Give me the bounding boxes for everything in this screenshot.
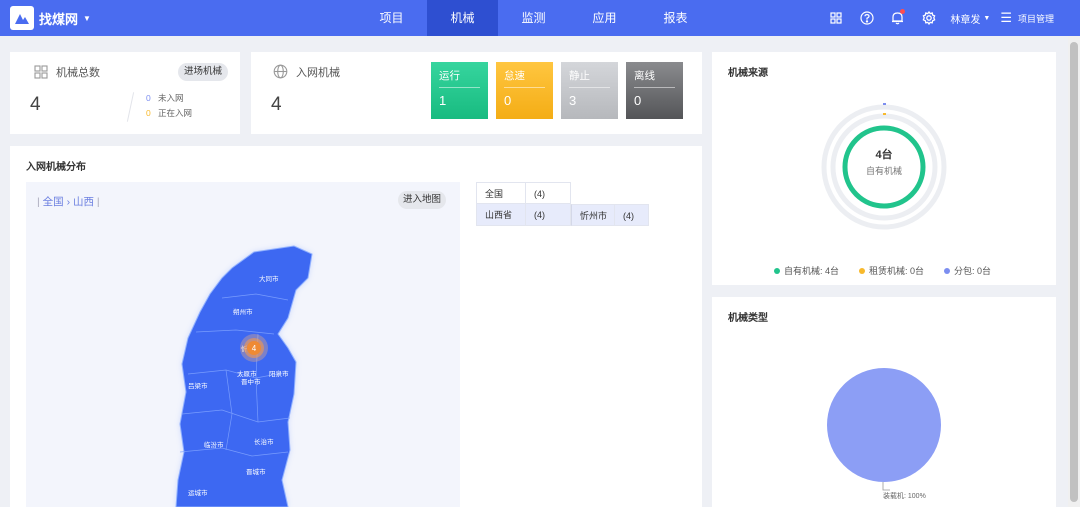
map-label-linfen: 临汾市: [204, 440, 224, 449]
card-title: 机械总数: [56, 67, 100, 79]
source-ring-chart[interactable]: 4台 自有机械: [712, 52, 1056, 285]
network-machinery-card: 入网机械 4 运行 1 怠速 0 静止 3 离线 0: [251, 52, 702, 134]
bell-icon[interactable]: [882, 0, 913, 36]
incoming-machinery-button[interactable]: 进场机械: [178, 63, 228, 81]
pie-slice-loader: [827, 368, 941, 482]
divider: [126, 92, 135, 122]
menu-icon: ☰: [1000, 10, 1012, 25]
scrollbar[interactable]: [1068, 36, 1080, 507]
table-row[interactable]: 山西省 (4) 忻州市 (4): [476, 204, 649, 226]
map-label-jincheng: 晋城市: [246, 467, 266, 476]
distribution-card: 入网机械分布 | 全国 › 山西 | 进入地图 大同市 朔州市 太原市 阳泉市 …: [10, 146, 702, 507]
nav-item-monitor[interactable]: 监测: [498, 0, 569, 36]
card-title: 入网机械: [296, 67, 340, 79]
nav-item-reports[interactable]: 报表: [640, 0, 711, 36]
map-label-changzhi: 长治市: [254, 437, 274, 446]
status-tile-offline[interactable]: 离线 0: [626, 62, 683, 119]
app-logo[interactable]: 找煤网 ▼: [10, 6, 170, 30]
logo-icon: [10, 6, 34, 30]
scrollbar-thumb[interactable]: [1070, 42, 1078, 502]
map-label-jinzhong: 晋中市: [241, 377, 261, 386]
map-label-shuozhou: 朔州市: [233, 307, 253, 316]
help-icon[interactable]: [851, 0, 882, 36]
status-tile-running[interactable]: 运行 1: [431, 62, 488, 119]
machinery-total-card: 机械总数 进场机械 4 0 未入网 0 正在入网: [10, 52, 240, 134]
gear-icon[interactable]: [913, 0, 944, 36]
card-title: 入网机械分布: [26, 162, 86, 173]
map-label-yuncheng: 运城市: [188, 488, 208, 497]
project-manage-button[interactable]: ☰ 项目管理: [1000, 10, 1080, 26]
globe-icon: [273, 64, 288, 82]
shanxi-map[interactable]: 大同市 朔州市 忻州市 太原市 阳泉市 晋中市 吕梁市 临汾市 长治市 晋城市 …: [26, 182, 460, 507]
legend-rent[interactable]: 租赁机械: 0台: [859, 264, 924, 277]
status-tile-stopped[interactable]: 静止 3: [561, 62, 618, 119]
user-name: 林章发: [950, 14, 981, 26]
machinery-type-card: 机械类型 装载机: 100%: [712, 297, 1056, 507]
map-panel[interactable]: | 全国 › 山西 | 进入地图 大同市 朔州市 太原市 阳泉市 晋中市 吕梁市…: [26, 182, 460, 507]
pie-leader-line: [882, 482, 890, 491]
entering-network-stat: 0 正在入网: [146, 108, 193, 118]
user-menu[interactable]: 林章发 ▼: [944, 11, 1000, 26]
network-total-count: 4: [271, 94, 282, 115]
main-nav: 项目 机械 监测 应用 报表: [356, 0, 711, 36]
map-label-datong: 大同市: [259, 274, 279, 283]
pie-slice-label: 装载机: 100%: [883, 491, 926, 500]
table-row[interactable]: 全国 (4): [476, 182, 649, 204]
caret-down-icon: ▼: [983, 14, 991, 22]
status-tile-idle[interactable]: 怠速 0: [496, 62, 553, 119]
nav-item-apps[interactable]: 应用: [569, 0, 640, 36]
region-table: 全国 (4) 山西省 (4) 忻州市 (4): [476, 182, 649, 226]
caret-down-icon[interactable]: ▼: [83, 14, 91, 23]
top-bar: 找煤网 ▼ 项目 机械 监测 应用 报表 林章发 ▼ ☰ 项目管理: [0, 0, 1080, 36]
legend-sub[interactable]: 分包: 0台: [944, 264, 991, 277]
toolbar: 林章发 ▼ ☰ 项目管理: [820, 0, 1080, 36]
nav-item-project[interactable]: 项目: [356, 0, 427, 36]
map-label-taiyuan: 太原市: [237, 369, 257, 378]
app-name: 找煤网: [39, 11, 79, 27]
machinery-marker[interactable]: 4: [240, 334, 268, 362]
ring-center-label: 自有机械: [866, 165, 902, 176]
legend-own[interactable]: 自有机械: 4台: [774, 264, 839, 277]
machinery-source-card: 机械来源 4台 自有机械 自有机械: 4台 租赁机械: 0台 分包: 0台: [712, 52, 1056, 285]
project-manage-label: 项目管理: [1017, 13, 1054, 24]
total-count: 4: [30, 94, 41, 115]
source-legend: 自有机械: 4台 租赁机械: 0台 分包: 0台: [774, 264, 1011, 277]
grid-icon[interactable]: [820, 0, 851, 36]
map-label-yangquan: 阳泉市: [269, 369, 289, 378]
type-pie-chart[interactable]: 装载机: 100%: [712, 297, 1056, 507]
nav-item-machinery[interactable]: 机械: [427, 0, 498, 36]
not-in-network-stat: 0 未入网: [146, 93, 184, 103]
grid-icon: [34, 65, 48, 82]
map-label-lvliang: 吕梁市: [188, 381, 208, 390]
notification-dot: [900, 9, 906, 14]
ring-center-value: 4台: [875, 147, 892, 161]
marker-count: 4: [252, 344, 257, 353]
